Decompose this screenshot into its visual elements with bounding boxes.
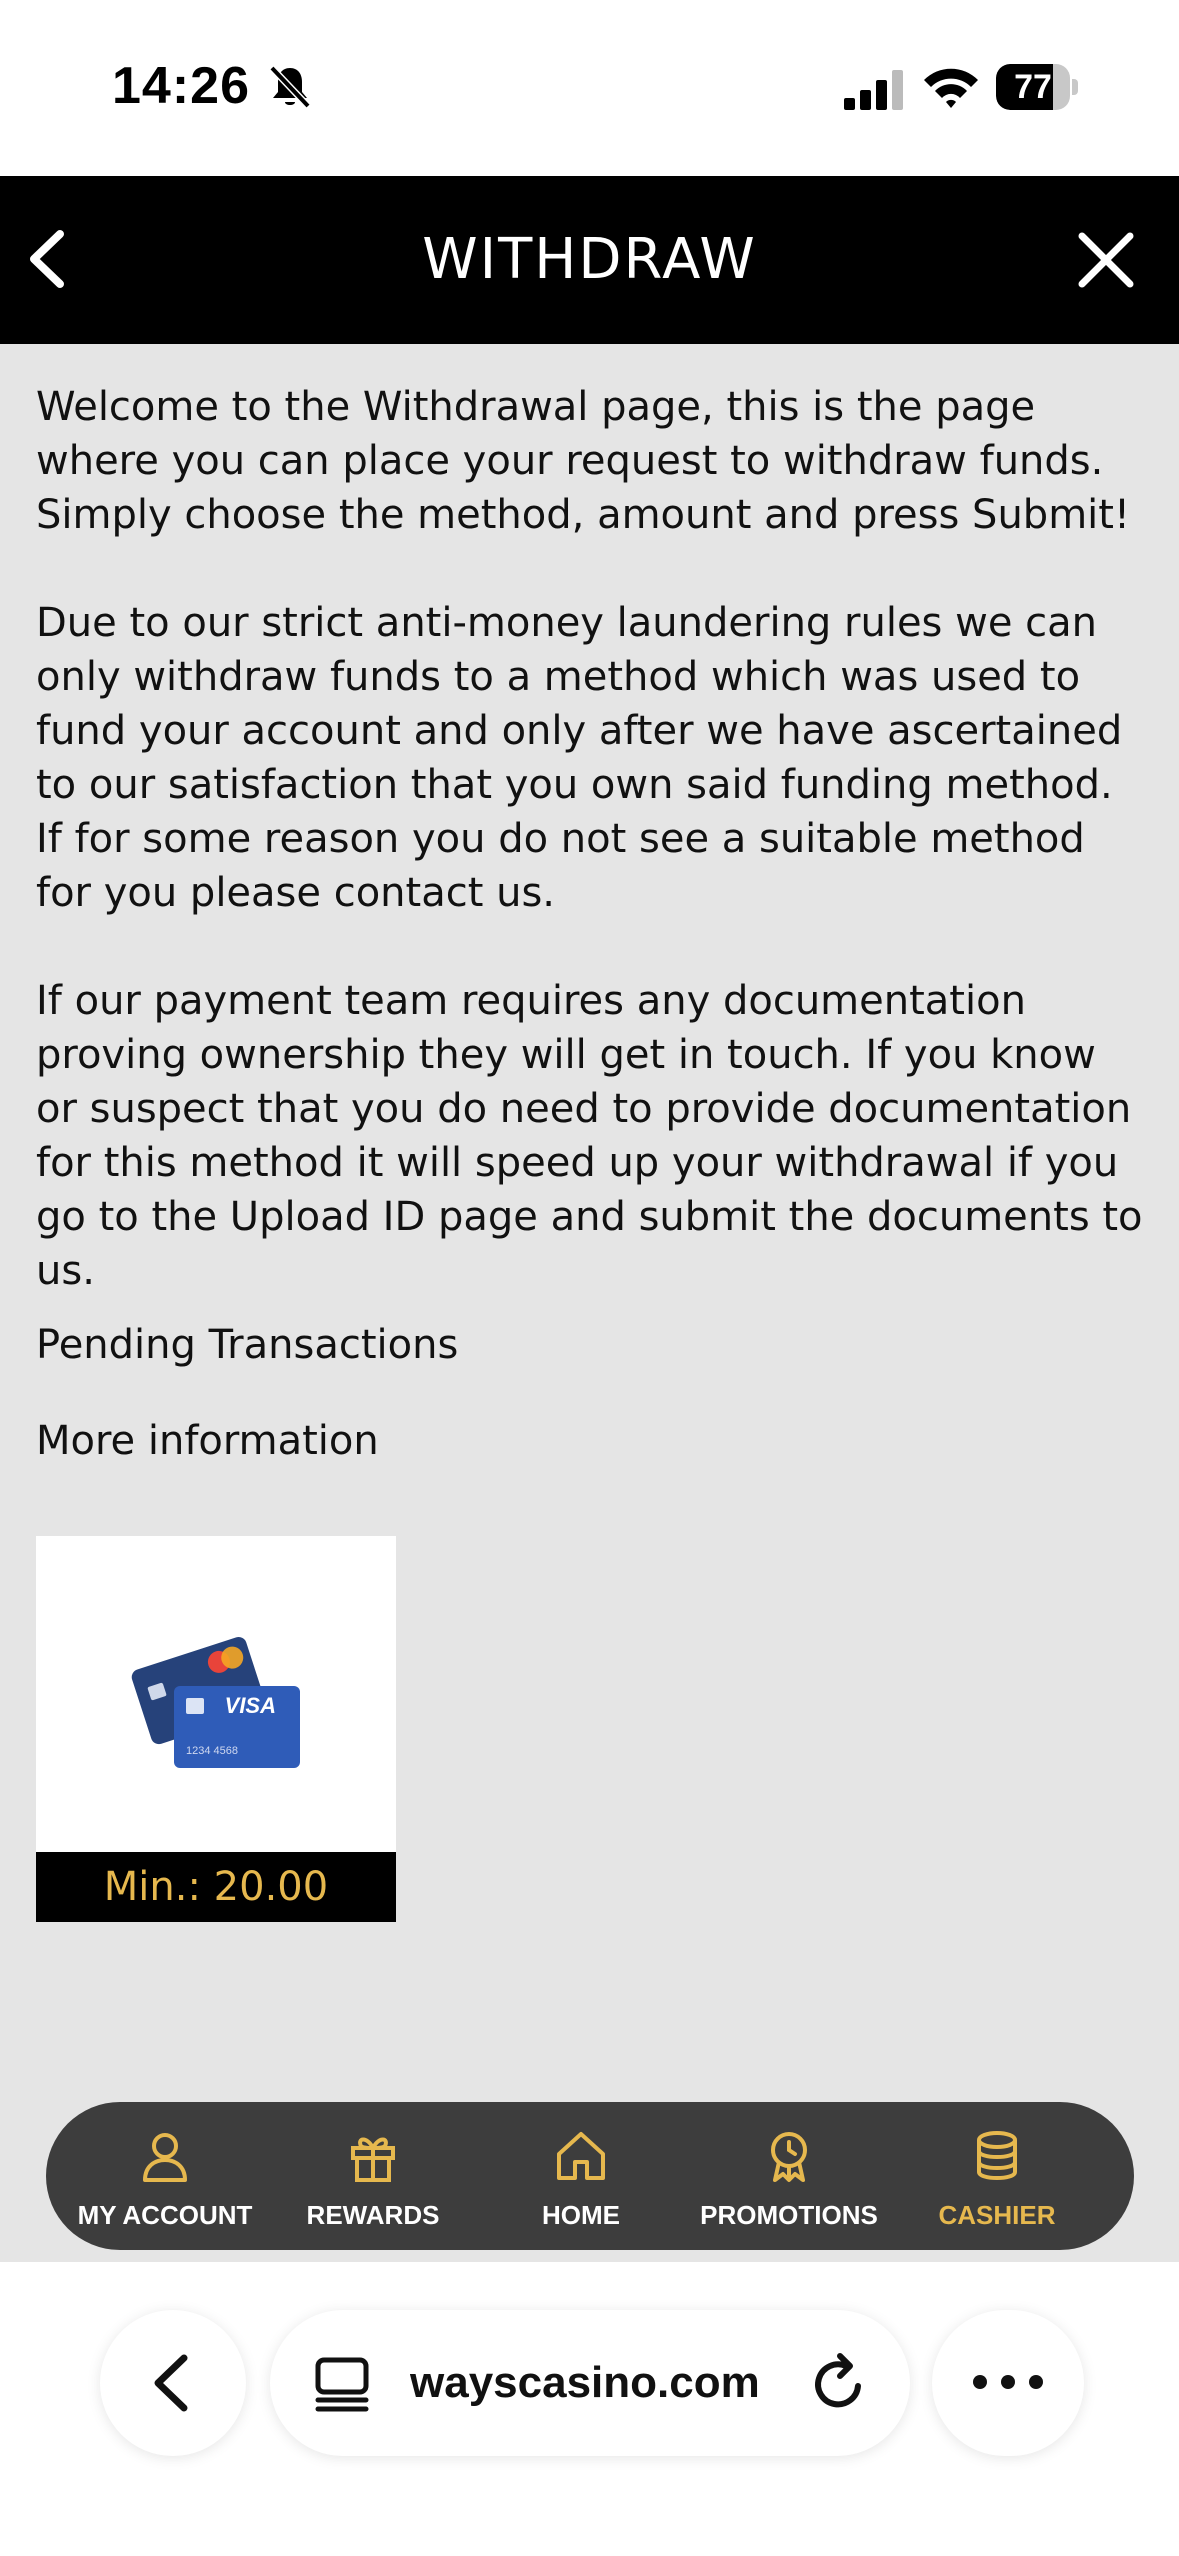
nav-label: MY ACCOUNT: [77, 2200, 253, 2230]
user-icon: [143, 2133, 187, 2182]
url-text: wayscasino.com: [410, 2358, 760, 2407]
wifi-icon: [924, 68, 978, 108]
minimum-amount-label: Min.: 20.00: [36, 1852, 396, 1922]
nav-rewards[interactable]: REWARDS: [268, 2102, 478, 2250]
nav-home[interactable]: HOME: [476, 2102, 686, 2250]
card-payment-method[interactable]: VISA 1234 4568 Min.: 20.00: [36, 1536, 396, 1922]
intro-paragraph: Welcome to the Withdrawal page, this is …: [36, 384, 1130, 538]
aml-paragraph: Due to our strict anti-money laundering …: [36, 600, 1123, 916]
page-title: WITHDRAW: [422, 227, 757, 292]
nav-cashier[interactable]: CASHIER: [892, 2102, 1102, 2250]
browser-back-button[interactable]: [100, 2310, 246, 2456]
bell-muted-icon: [269, 65, 311, 109]
ellipsis-icon: [973, 2375, 1043, 2389]
tabs-icon[interactable]: [312, 2354, 372, 2414]
more-options-button[interactable]: [932, 2310, 1084, 2456]
svg-text:1234 4568: 1234 4568: [186, 1745, 238, 1757]
withdraw-content: Welcome to the Withdrawal page, this is …: [0, 344, 1179, 2262]
more-information-link[interactable]: More information: [36, 1414, 379, 1468]
coins-icon: [977, 2131, 1017, 2180]
status-time: 14:26: [112, 57, 250, 115]
nav-my-account[interactable]: MY ACCOUNT: [60, 2102, 270, 2250]
reload-icon[interactable]: [810, 2352, 870, 2414]
signal-icon: [844, 70, 903, 110]
nav-label: PROMOTIONS: [700, 2200, 878, 2230]
status-bar: 14:26 77: [0, 0, 1179, 176]
nav-promotions[interactable]: PROMOTIONS: [684, 2102, 894, 2250]
close-icon[interactable]: [1076, 230, 1136, 290]
pending-transactions-link[interactable]: Pending Transactions: [36, 1318, 458, 1372]
page-header: WITHDRAW: [0, 176, 1179, 344]
nav-label: REWARDS: [306, 2200, 440, 2230]
battery-percent: 77: [1014, 68, 1052, 106]
nav-label: CASHIER: [938, 2200, 1056, 2230]
chevron-left-icon: [154, 2354, 188, 2412]
gift-icon: [351, 2137, 395, 2182]
documentation-paragraph: If our payment team requires any documen…: [36, 978, 1143, 1294]
address-bar[interactable]: wayscasino.com: [270, 2310, 910, 2456]
credit-cards-icon: VISA 1234 4568: [131, 1637, 300, 1768]
browser-toolbar: wayscasino.com: [0, 2262, 1179, 2556]
nav-label: HOME: [542, 2200, 620, 2230]
svg-text:VISA: VISA: [225, 1693, 276, 1718]
home-icon: [557, 2132, 605, 2180]
battery-indicator: 77: [996, 64, 1078, 110]
bottom-nav: MY ACCOUNT REWARDS HOME PROMOTIONS CASHI…: [46, 2102, 1134, 2250]
badge-icon: [771, 2132, 807, 2182]
